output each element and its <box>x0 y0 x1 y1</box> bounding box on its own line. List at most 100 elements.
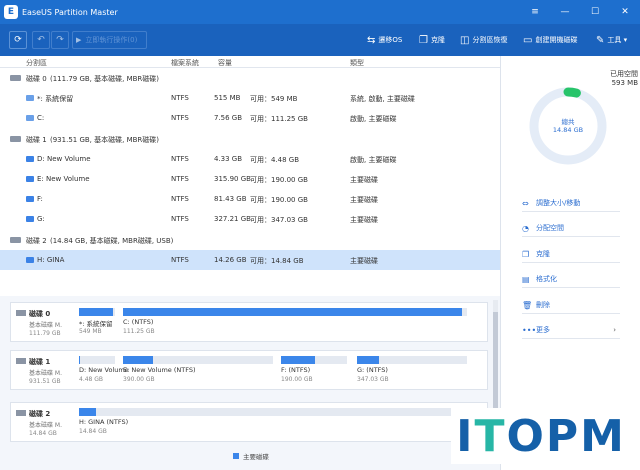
segment-used-fill <box>357 356 379 364</box>
header-partition[interactable]: 分割區 <box>26 58 47 68</box>
partition-name: G: <box>37 215 45 224</box>
redo-button[interactable]: ↷ <box>51 31 69 49</box>
refresh-button[interactable]: ⟳ <box>9 31 27 49</box>
pending-operations-label: 立即執行操作(0) <box>85 36 138 44</box>
partition-fs: NTFS <box>171 175 189 183</box>
clone-action-label: 克隆 <box>536 250 550 258</box>
disk-map-name: 磁碟 2 <box>29 410 51 418</box>
watermark-letter: I <box>456 410 475 462</box>
segment-label: G: (NTFS) <box>357 366 388 374</box>
maximize-icon[interactable]: ☐ <box>580 0 610 24</box>
recovery-icon: ◫ <box>460 34 470 46</box>
segment-size: 390.00 GB <box>123 376 155 383</box>
segment-used-fill <box>79 408 96 416</box>
partition-type: 啟動, 主要磁碟 <box>350 155 397 164</box>
disk-row[interactable]: 磁碟 2 (14.84 GB, 基本磁碟, MBR磁碟, USB) <box>0 230 500 250</box>
tools-menu-button[interactable]: ✎ 工具 ▾ <box>596 24 627 56</box>
segment-track <box>79 408 453 416</box>
partition-fs: NTFS <box>171 255 189 264</box>
partition-icon <box>26 196 34 203</box>
partition-row[interactable]: F: NTFS 81.43 GB 可用：190.00 GB 主要磁碟 <box>0 189 500 209</box>
allocate-space-action[interactable]: ◔ 分配空間 <box>522 220 620 237</box>
partition-fs: NTFS <box>171 114 189 123</box>
format-action[interactable]: ▤ 格式化 <box>522 271 620 288</box>
partition-row[interactable]: E: New Volume NTFS 315.90 GB 可用：190.00 GB 主要… <box>0 169 500 189</box>
partition-row[interactable]: C: NTFS 7.56 GB 可用：111.25 GB 啟動, 主要磁碟 <box>0 108 500 128</box>
hard-disk-icon <box>16 410 26 416</box>
disk-detail: (111.79 GB, 基本磁碟, MBR磁碟) <box>50 75 160 83</box>
partition-row[interactable]: H: GINA NTFS 14.26 GB 可用：14.84 GB 主要磁碟 <box>0 249 500 270</box>
hard-disk-icon <box>10 236 21 243</box>
partition-segment[interactable]: H: GINA (NTFS) 14.84 GB <box>79 408 453 438</box>
disk-row[interactable]: 磁碟 0 (111.79 GB, 基本磁碟, MBR磁碟) <box>0 68 500 88</box>
partition-icon <box>26 176 34 182</box>
disk-name: 磁碟 2 <box>26 236 47 245</box>
partition-used: 81.43 GB <box>214 195 247 204</box>
execute-operations-button[interactable]: ▶ 立即執行操作(0) <box>72 31 147 49</box>
segment-label: C: (NTFS) <box>123 318 154 326</box>
disk-map-size: 111.79 GB <box>29 330 61 337</box>
disk-map-card[interactable]: 磁碟 2 基本磁碟 M. 14.84 GB H: GINA (NTFS) 14.84 G… <box>10 402 488 442</box>
undo-button[interactable]: ↶ <box>32 31 50 49</box>
disk-map-card[interactable]: 磁碟 0 基本磁碟 M. 111.79 GB *: 系統保留 549 MB C: (NTF… <box>10 302 488 342</box>
partition-type: 系統, 啟動, 主要磁碟 <box>350 95 415 104</box>
header-capacity[interactable]: 容量 <box>218 58 232 68</box>
partition-name: E: New Volume <box>37 175 90 183</box>
minimize-icon[interactable]: — <box>550 0 580 24</box>
hard-disk-icon <box>10 75 21 81</box>
resize-icon: ⇔ <box>522 198 529 208</box>
segment-used-fill <box>123 308 462 316</box>
partition-table: 分割區 檔案系統 容量 類型 磁碟 0 (111.79 GB, 基本磁碟, MBR… <box>0 56 500 296</box>
partition-used: 7.56 GB <box>214 114 243 123</box>
legend-swatch <box>233 453 239 459</box>
legend-label: 主要磁碟 <box>243 453 269 461</box>
create-boot-disk-button[interactable]: ▭ 創建開機磁碟 <box>523 24 577 56</box>
header-type[interactable]: 類型 <box>350 58 364 68</box>
clone-button[interactable]: ❐ 克隆 <box>419 24 445 56</box>
disk-map-type: 基本磁碟 M. <box>29 322 62 329</box>
partition-icon <box>26 155 34 162</box>
disk-map-name: 磁碟 0 <box>29 310 51 318</box>
partition-row[interactable]: *: 系統保留 NTFS 515 MB 可用：549 MB 系統, 啟動, 主要磁碟 <box>0 88 500 108</box>
partition-segment[interactable]: *: 系統保留 549 MB <box>79 308 115 338</box>
migrate-os-button[interactable]: ⇆ 遷移OS <box>367 24 402 56</box>
resize-move-action[interactable]: ⇔ 調整大小/移動 <box>522 195 620 212</box>
watermark-text: ITOPM <box>456 411 626 462</box>
header-filesystem[interactable]: 檔案系統 <box>171 58 199 68</box>
partition-used: 515 MB <box>214 94 241 103</box>
disk-map-size: 931.51 GB <box>29 378 61 385</box>
more-action[interactable]: ••• 更多 › <box>522 322 620 339</box>
segment-size: 4.48 GB <box>79 376 104 383</box>
partition-segment[interactable]: D: New Volume 4.48 GB <box>79 356 129 386</box>
watermark-letter: M <box>580 410 626 462</box>
disk-map-size: 14.84 GB <box>29 430 57 437</box>
disk-row[interactable]: 磁碟 1 (931.51 GB, 基本磁碟, MBR磁碟) <box>0 129 500 149</box>
partition-segment[interactable]: F: (NTFS) 190.00 GB <box>281 356 347 386</box>
partition-used: 315.90 GB <box>214 175 251 183</box>
partition-icon <box>26 95 34 102</box>
partition-row[interactable]: D: New Volume NTFS 4.33 GB 可用：4.48 GB 啟動, 主要… <box>0 149 500 169</box>
format-icon: ▤ <box>522 274 530 284</box>
partition-row[interactable]: G: NTFS 327.21 GB 可用：347.03 GB 主要磁碟 <box>0 209 500 229</box>
disk-map-card[interactable]: 磁碟 1 基本磁碟 M. 931.51 GB D: New Volume 4.48 GB… <box>10 350 488 390</box>
disk-map-name: 磁碟 1 <box>29 358 51 366</box>
partition-recovery-button[interactable]: ◫ 分割區恢復 <box>460 24 507 56</box>
delete-action[interactable]: 🗑 刪除 <box>522 297 620 314</box>
clone-action-icon: ❐ <box>522 249 530 259</box>
more-icon: ••• <box>522 325 537 335</box>
disk-map-area: 磁碟 0 基本磁碟 M. 111.79 GB *: 系統保留 549 MB C: (NTF… <box>0 296 500 456</box>
used-space-label: 已用空間 593 MB <box>586 69 638 87</box>
window-title: EaseUS Partition Master <box>22 7 118 17</box>
disk-detail: (931.51 GB, 基本磁碟, MBR磁碟) <box>50 135 160 144</box>
partition-segment[interactable]: C: (NTFS) 111.25 GB <box>123 308 467 338</box>
clone-icon: ❐ <box>419 34 428 46</box>
clone-action[interactable]: ❐ 克隆 <box>522 246 620 263</box>
hard-disk-icon <box>16 310 26 316</box>
menu-icon[interactable]: ≡ <box>520 0 550 24</box>
partition-name: F: <box>37 195 43 204</box>
partition-segment[interactable]: E: New Volume (NTFS) 390.00 GB <box>123 356 273 386</box>
partition-free: 可用：190.00 GB <box>250 176 308 184</box>
disk-map-type: 基本磁碟 M. <box>29 422 62 429</box>
close-icon[interactable]: ✕ <box>610 0 640 24</box>
partition-segment[interactable]: G: (NTFS) 347.03 GB <box>357 356 467 386</box>
